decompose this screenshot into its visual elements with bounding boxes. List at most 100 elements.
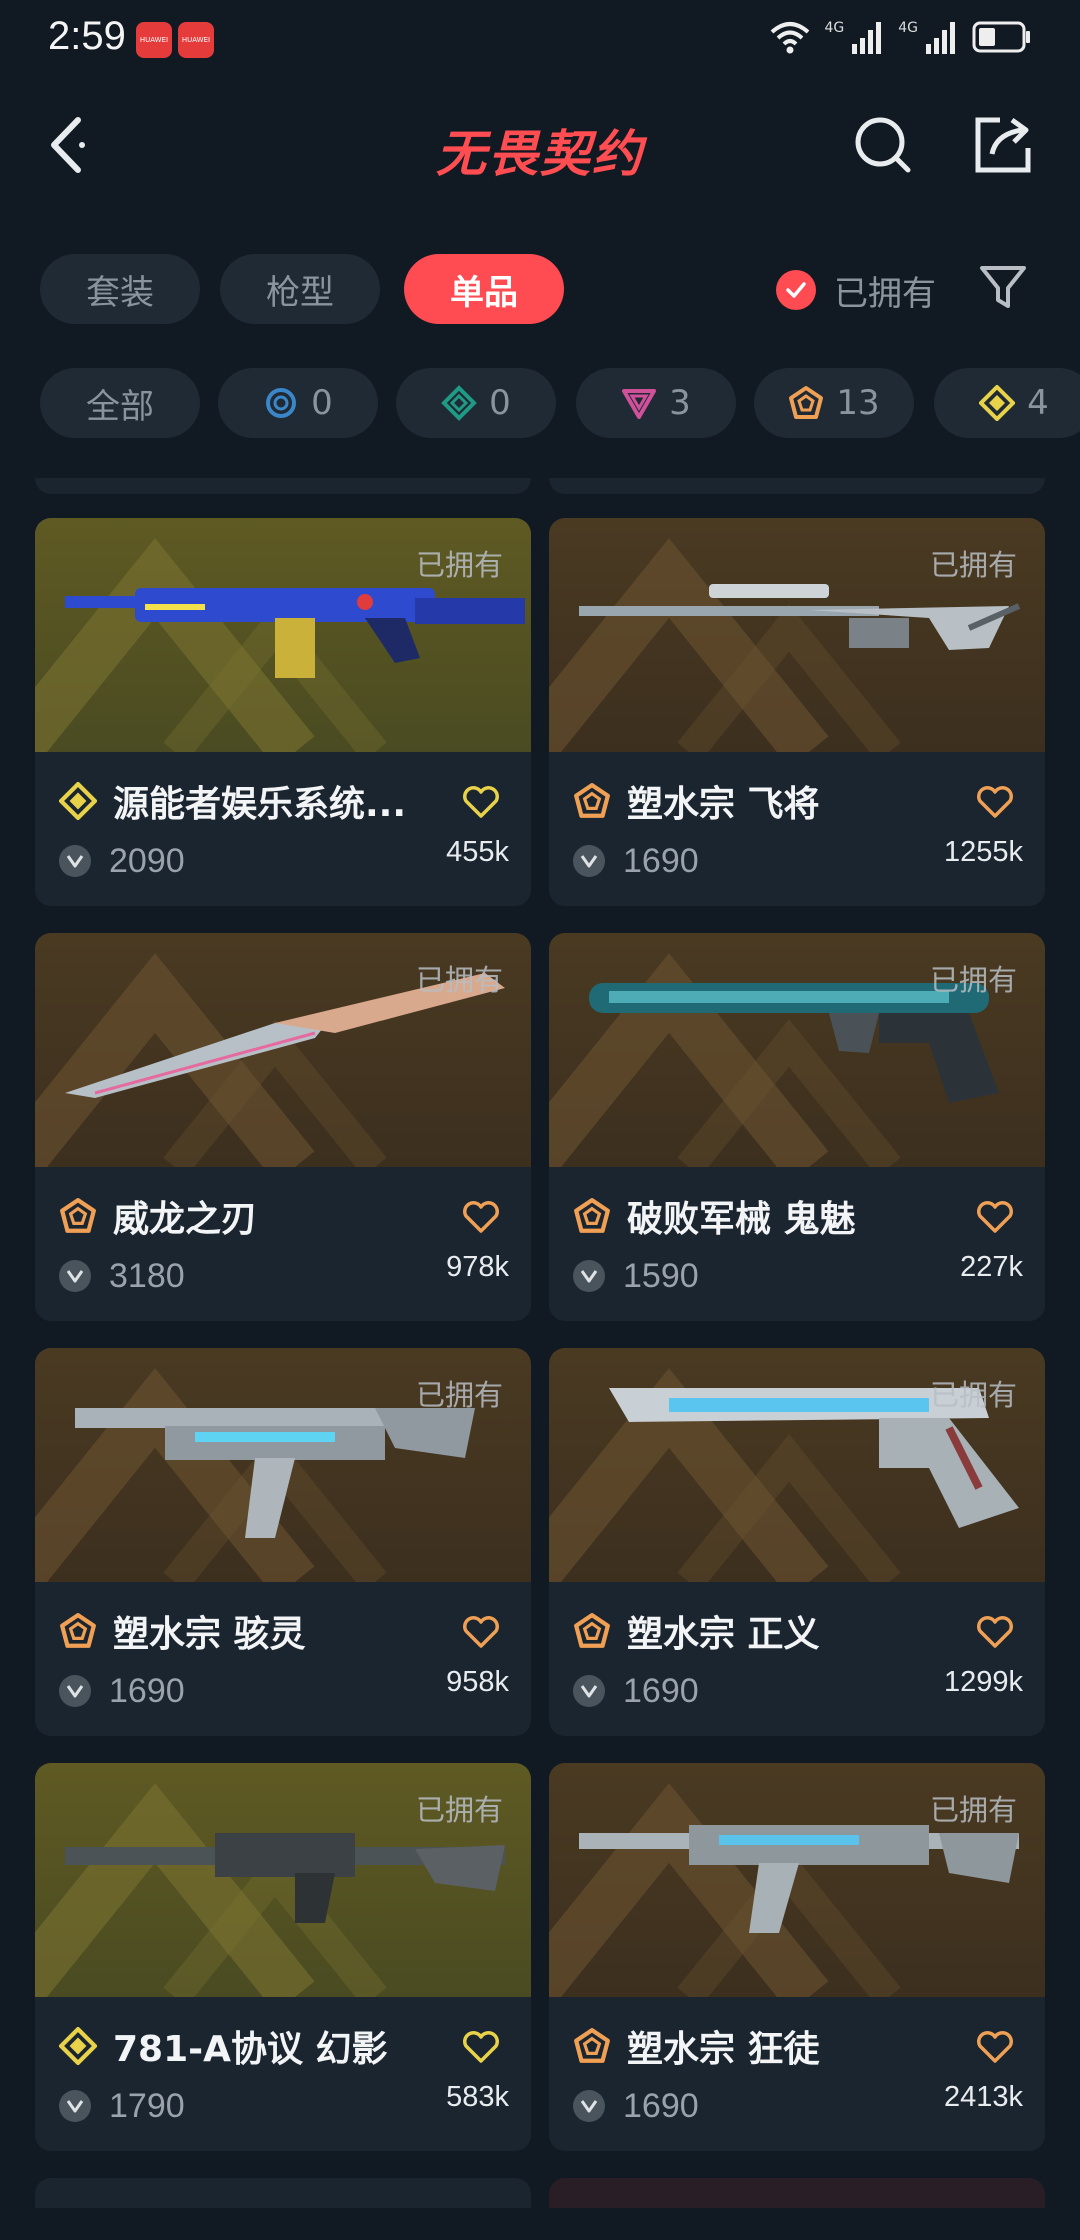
select-tier-icon <box>266 388 297 418</box>
heart-icon[interactable] <box>975 2027 1015 2067</box>
tab-single-items[interactable]: 单品 <box>404 254 564 324</box>
owned-badge: 已拥有 <box>929 548 1017 582</box>
heart-icon[interactable] <box>461 1197 501 1237</box>
item-price: 1690 <box>623 2086 699 2125</box>
item-price: 1790 <box>109 2086 185 2125</box>
share-icon[interactable] <box>970 112 1036 178</box>
item-price: 3180 <box>109 1256 185 1295</box>
item-price-row: 1690 <box>573 836 699 886</box>
heart-icon[interactable] <box>975 782 1015 822</box>
status-time: 2:59 <box>48 14 126 58</box>
signal-icon <box>926 22 955 54</box>
notification-app-icon: HUAWEI <box>178 22 214 58</box>
search-icon[interactable] <box>850 112 916 178</box>
valorant-points-icon <box>59 1675 91 1707</box>
item-card[interactable]: 已拥有 781-A协议 幻影 1790 583k <box>35 1763 531 2151</box>
heart-icon[interactable] <box>461 782 501 822</box>
valorant-points-icon <box>59 2090 91 2122</box>
item-name-row: 塑水宗 正义 <box>573 1606 820 1656</box>
item-card[interactable]: 已拥有 塑水宗 正义 1690 1299k <box>549 1348 1045 1736</box>
item-price-row: 1690 <box>59 1666 185 1716</box>
item-image: 已拥有 <box>549 518 1045 752</box>
valorant-points-icon <box>573 2090 605 2122</box>
item-price: 2090 <box>109 841 185 880</box>
like-count: 455k <box>446 836 509 868</box>
chip-count: 0 <box>311 383 333 423</box>
heart-icon[interactable] <box>975 1197 1015 1237</box>
chip-count: 4 <box>1027 383 1049 423</box>
wifi-icon <box>771 22 810 54</box>
owned-badge: 已拥有 <box>415 1793 503 1827</box>
item-name: 塑水宗 狂徒 <box>627 2029 820 2070</box>
exclusive-tier-icon <box>574 2028 610 2063</box>
exclusive-tier-icon <box>574 783 610 818</box>
owned-filter-toggle[interactable]: 已拥有 <box>776 264 936 316</box>
rarity-chip-select[interactable]: 0 <box>218 368 378 438</box>
network-type-label: 4G <box>824 20 845 36</box>
item-price: 1690 <box>109 1671 185 1710</box>
item-name: 威龙之刃 <box>113 1199 258 1240</box>
ultra-tier-icon <box>59 2027 97 2065</box>
premium-tier-icon <box>622 389 657 419</box>
partial-card <box>35 478 531 494</box>
rarity-chip-exclusive[interactable]: 13 <box>754 368 914 438</box>
item-image: 已拥有 <box>35 518 531 752</box>
owned-badge: 已拥有 <box>415 1378 503 1412</box>
item-card[interactable]: 已拥有 塑水宗 骇灵 1690 958k <box>35 1348 531 1736</box>
exclusive-tier-icon <box>60 1613 96 1648</box>
item-card[interactable]: 已拥有 威龙之刃 3180 978k <box>35 933 531 1321</box>
owned-badge: 已拥有 <box>929 1793 1017 1827</box>
heart-icon[interactable] <box>975 1612 1015 1652</box>
partial-card <box>549 2178 1045 2208</box>
valorant-points-icon <box>59 1260 91 1292</box>
item-name: 781-A协议 幻影 <box>113 2029 388 2070</box>
item-price-row: 1690 <box>573 2081 699 2131</box>
owned-badge: 已拥有 <box>415 548 503 582</box>
item-name: 塑水宗 飞将 <box>627 784 820 825</box>
item-card[interactable]: 已拥有 源能者娱乐系统... 2090 455k <box>35 518 531 906</box>
item-price-row: 1590 <box>573 1251 699 1301</box>
heart-icon[interactable] <box>461 2027 501 2067</box>
tab-bundles[interactable]: 套装 <box>40 254 200 324</box>
item-name-row: 破败军械 鬼魅 <box>573 1191 856 1241</box>
chip-count: 13 <box>836 383 880 423</box>
item-name-row: 塑水宗 狂徒 <box>573 2021 820 2071</box>
item-price-row: 1690 <box>573 1666 699 1716</box>
item-name: 源能者娱乐系统... <box>113 784 407 825</box>
app-title: 无畏契约 <box>436 125 644 183</box>
rarity-chip-all[interactable]: 全部 <box>40 368 200 438</box>
heart-icon[interactable] <box>461 1612 501 1652</box>
owned-badge: 已拥有 <box>929 1378 1017 1412</box>
partial-card <box>35 2178 531 2208</box>
filter-icon[interactable] <box>978 262 1028 312</box>
item-card[interactable]: 已拥有 塑水宗 狂徒 1690 2413k <box>549 1763 1045 2151</box>
item-price-row: 3180 <box>59 1251 185 1301</box>
item-card[interactable]: 已拥有 塑水宗 飞将 1690 1255k <box>549 518 1045 906</box>
ultra-tier-icon <box>979 385 1016 421</box>
status-bar: 2:59 HUAWEI HUAWEI 4G 4G <box>0 0 1080 84</box>
ultra-tier-icon <box>59 782 97 820</box>
rarity-chip-premium[interactable]: 3 <box>576 368 736 438</box>
chip-count: 0 <box>489 383 511 423</box>
tab-weapon-types[interactable]: 枪型 <box>220 254 380 324</box>
like-count: 958k <box>446 1666 509 1698</box>
item-name-row: 塑水宗 骇灵 <box>59 1606 306 1656</box>
rarity-chip-deluxe[interactable]: 0 <box>396 368 556 438</box>
item-card[interactable]: 已拥有 破败军械 鬼魅 1590 227k <box>549 933 1045 1321</box>
like-count: 1255k <box>943 836 1023 868</box>
chip-count: 3 <box>669 383 691 423</box>
signal-icon <box>852 22 882 54</box>
rarity-chip-ultra[interactable]: 4 <box>934 368 1080 438</box>
owned-badge: 已拥有 <box>929 963 1017 997</box>
owned-filter-label: 已拥有 <box>834 273 936 314</box>
item-price: 1590 <box>623 1256 699 1295</box>
item-image: 已拥有 <box>35 1348 531 1582</box>
item-name-row: 源能者娱乐系统... <box>59 776 406 826</box>
like-count: 978k <box>446 1251 509 1283</box>
exclusive-tier-icon <box>789 386 824 419</box>
app-header: 无畏契约 <box>0 100 1080 190</box>
battery-icon <box>972 21 1030 53</box>
valorant-points-icon <box>59 845 91 877</box>
item-name: 塑水宗 骇灵 <box>113 1614 306 1655</box>
like-count: 227k <box>960 1251 1023 1283</box>
